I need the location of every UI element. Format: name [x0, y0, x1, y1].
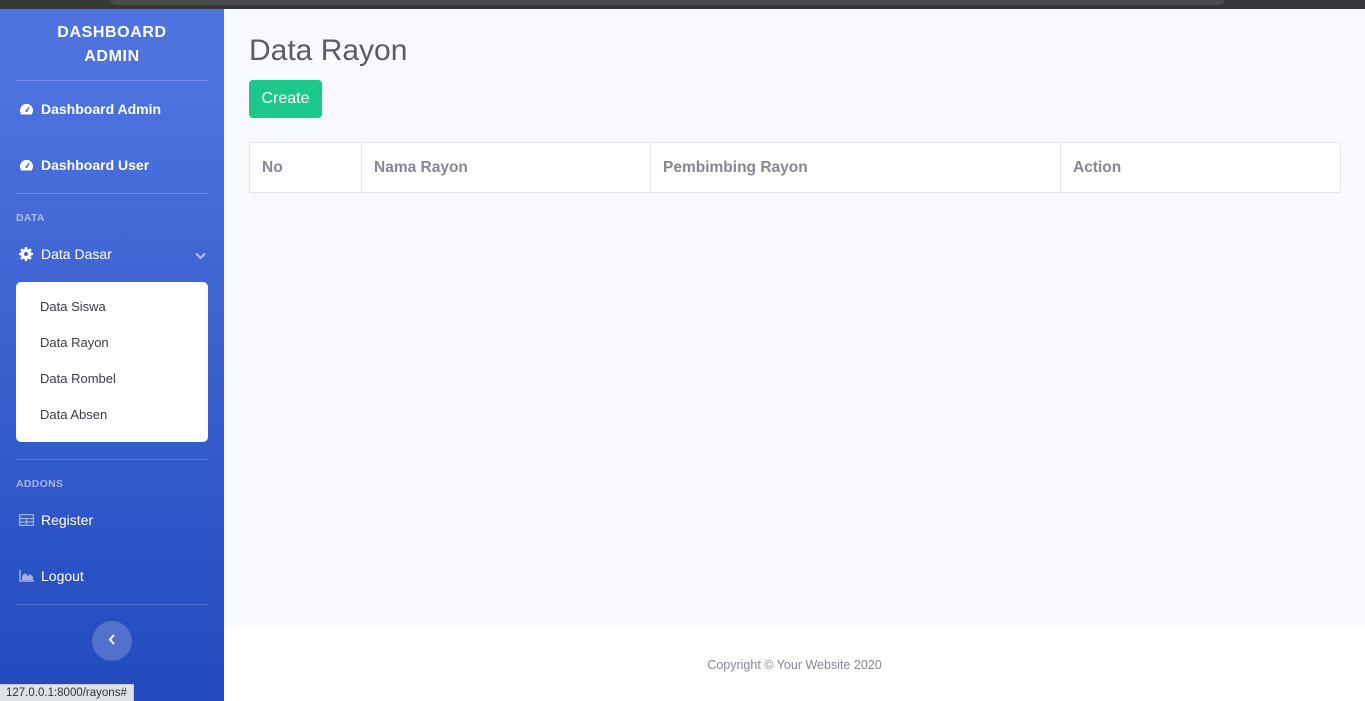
sidebar-item-dashboard-admin[interactable]: Dashboard Admin	[0, 89, 224, 129]
browser-status-url: 127.0.0.1:8000/rayons#	[0, 684, 134, 701]
cog-icon	[18, 246, 34, 262]
tachometer-icon	[18, 101, 34, 117]
column-header-pembimbing-rayon[interactable]: Pembimbing Rayon	[650, 142, 1061, 193]
column-header-no[interactable]: No	[249, 142, 362, 193]
sidebar-item-label: Logout	[41, 568, 84, 584]
brand-line-2: ADMIN	[84, 48, 140, 65]
page-title: Data Rayon	[249, 34, 408, 67]
chart-area-icon	[18, 568, 34, 584]
table-icon	[18, 512, 34, 528]
chevron-down-icon	[195, 247, 206, 263]
create-button[interactable]: Create	[249, 80, 322, 118]
sidebar-divider	[16, 459, 208, 460]
sidebar-heading-addons: ADDONS	[16, 478, 64, 490]
sidebar: DASHBOARD ADMIN Dashboard Admin Dashboar…	[0, 9, 224, 701]
sidebar-item-label: Data Dasar	[41, 246, 112, 262]
table-header-row: No Nama Rayon Pembimbing Rayon Action	[249, 142, 1341, 193]
sidebar-item-logout[interactable]: Logout	[0, 556, 224, 596]
submenu-item-data-siswa[interactable]: Data Siswa	[16, 292, 208, 328]
sidebar-item-register[interactable]: Register	[0, 500, 224, 540]
sidebar-divider	[16, 604, 208, 605]
sidebar-toggle-button[interactable]	[92, 621, 132, 661]
footer: Copyright © Your Website 2020	[224, 627, 1365, 701]
sidebar-item-dashboard-user[interactable]: Dashboard User	[0, 145, 224, 185]
submenu-item-data-absen[interactable]: Data Absen	[16, 400, 208, 436]
submenu-item-data-rombel[interactable]: Data Rombel	[16, 364, 208, 400]
sidebar-item-data-dasar[interactable]: Data Dasar	[0, 234, 224, 274]
browser-top-strip	[0, 0, 1365, 9]
submenu-data-dasar: Data Siswa Data Rayon Data Rombel Data A…	[16, 282, 208, 442]
sidebar-heading-data: DATA	[16, 212, 45, 224]
tachometer-icon	[18, 157, 34, 173]
sidebar-divider	[16, 80, 208, 81]
sidebar-item-label: Dashboard Admin	[41, 101, 162, 117]
sidebar-brand[interactable]: DASHBOARD ADMIN	[0, 21, 224, 69]
submenu-item-data-rayon[interactable]: Data Rayon	[16, 328, 208, 364]
sidebar-divider	[16, 193, 208, 194]
copyright-text: Copyright © Your Website 2020	[707, 658, 882, 672]
sidebar-item-label: Dashboard User	[41, 157, 150, 173]
chevron-left-icon	[108, 632, 116, 650]
main-content: Data Rayon Create No Nama Rayon Pembimbi…	[224, 9, 1365, 627]
sidebar-item-label: Register	[41, 512, 94, 528]
brand-line-1: DASHBOARD	[57, 24, 167, 41]
column-header-nama-rayon[interactable]: Nama Rayon	[361, 142, 651, 193]
rayon-table: No Nama Rayon Pembimbing Rayon Action	[249, 142, 1341, 193]
column-header-action[interactable]: Action	[1060, 142, 1341, 193]
